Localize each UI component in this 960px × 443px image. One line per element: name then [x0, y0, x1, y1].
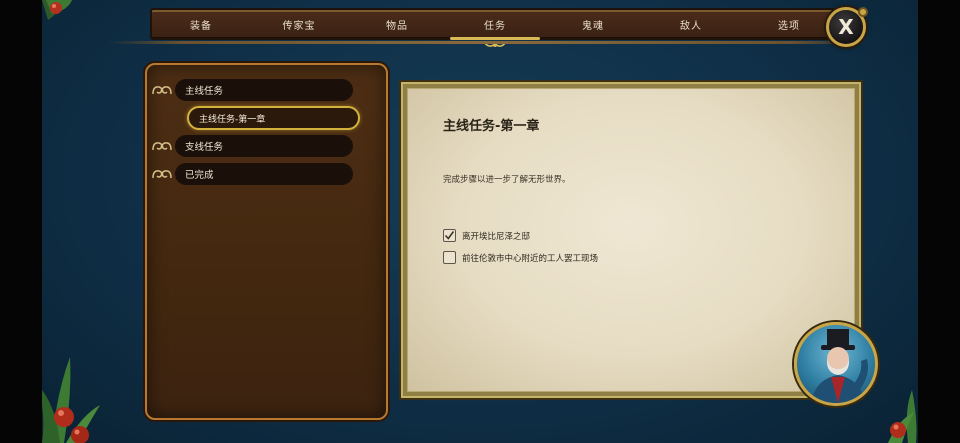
objective-item: 前往伦敦市中心附近的工人罢工现场	[443, 251, 598, 264]
quest-description: 完成步骤以进一步了解无形世界。	[443, 175, 571, 185]
category-label: 已完成	[185, 170, 214, 181]
tab-enemies[interactable]: 敌人	[642, 10, 740, 38]
objective-label: 离开埃比尼泽之邸	[462, 231, 531, 242]
quest-detail-frame: 主线任务-第一章 完成步骤以进一步了解无形世界。 离开埃比尼泽之邸 前往伦敦市中…	[401, 82, 861, 398]
tab-items[interactable]: 物品	[348, 10, 446, 38]
scroll-ornament-icon	[152, 142, 172, 151]
category-label: 支线任务	[185, 142, 224, 153]
close-button[interactable]: X	[826, 7, 868, 47]
top-navigation: 装备 传家宝 物品 任务 鬼魂 敌人 选项	[150, 8, 840, 47]
quest-title: 主线任务-第一章	[443, 119, 540, 134]
tab-equipment[interactable]: 装备	[152, 10, 250, 38]
holly-decoration-bottom-left	[42, 357, 100, 443]
holly-decoration-bottom-right	[888, 390, 917, 443]
quest-list-panel: 主线任务 主线任务-第一章 支线任务 已完成	[145, 63, 388, 420]
category-main-quests[interactable]: 主线任务	[175, 79, 353, 101]
right-letterbox	[918, 0, 960, 443]
scroll-ornament-icon	[152, 170, 172, 179]
quest-detail-paper: 主线任务-第一章 完成步骤以进一步了解无形世界。 离开埃比尼泽之邸 前往伦敦市中…	[407, 88, 855, 392]
tab-options[interactable]: 选项	[740, 10, 838, 38]
scroll-ornament-icon	[152, 86, 172, 95]
tab-ghosts[interactable]: 鬼魂	[544, 10, 642, 38]
tab-quests-label: 任务	[484, 20, 506, 32]
category-label: 主线任务	[185, 86, 224, 97]
left-letterbox	[0, 0, 42, 443]
tab-heirlooms[interactable]: 传家宝	[250, 10, 348, 38]
character-avatar-icon	[811, 329, 868, 403]
close-icon: X	[838, 15, 854, 39]
quest-item-label: 主线任务-第一章	[199, 114, 266, 125]
objective-checkbox	[443, 229, 456, 242]
category-side-quests[interactable]: 支线任务	[175, 135, 353, 157]
checkmark-icon	[444, 231, 455, 240]
character-portrait[interactable]	[794, 322, 878, 406]
nav-divider	[108, 41, 868, 44]
objective-checkbox	[443, 251, 456, 264]
objective-item: 离开埃比尼泽之邸	[443, 229, 530, 242]
close-button-knob	[858, 7, 868, 17]
quest-item-selected[interactable]: 主线任务-第一章	[187, 106, 360, 130]
objective-label: 前往伦敦市中心附近的工人罢工现场	[462, 253, 599, 264]
category-completed[interactable]: 已完成	[175, 163, 353, 185]
tab-quests[interactable]: 任务	[446, 10, 544, 47]
holly-decoration-top-left	[42, 0, 72, 20]
